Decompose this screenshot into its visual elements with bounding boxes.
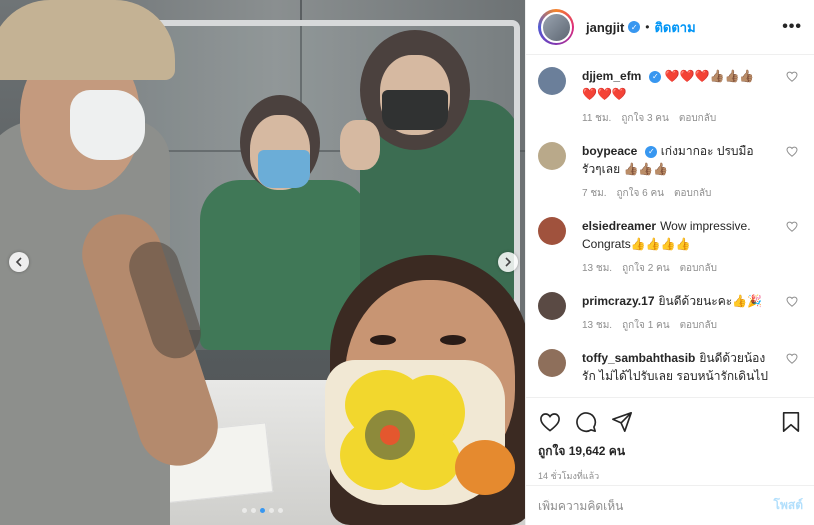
comment-text: toffy_sambahthasib ยินดีด้วยน้องรัก ไม่ได… xyxy=(582,349,772,385)
verified-badge-icon: ✓ xyxy=(645,145,658,158)
comment-like-button[interactable] xyxy=(786,146,798,160)
comment-text: boypeace ✓ เก่งมากอะ ปรบมือรัวๆเลย 👍🏽👍🏽👍🏽 xyxy=(582,142,772,178)
comment-meta: 7 ชม. ถูกใจ 6 คน ตอบกลับ xyxy=(582,186,772,201)
comment-meta: 11 ชม. ถูกใจ 3 คน ตอบกลับ xyxy=(582,111,772,126)
header-separator: • xyxy=(645,20,650,34)
chevron-left-icon xyxy=(15,257,22,267)
follow-button[interactable]: ติดตาม xyxy=(654,17,695,38)
commenter-avatar[interactable] xyxy=(538,349,566,377)
reply-button[interactable]: ตอบกลับ xyxy=(679,111,716,126)
comment-likes[interactable]: ถูกใจ 3 คน xyxy=(621,111,669,126)
reply-button[interactable]: ตอบกลับ xyxy=(680,318,717,333)
comment-content: ยินดีด้วยนะคะ👍🎉 xyxy=(658,294,763,308)
paper-plane-icon xyxy=(612,412,632,432)
commenter-username[interactable]: primcrazy.17 xyxy=(582,294,655,308)
carousel-next-button[interactable] xyxy=(498,252,518,272)
more-options-icon[interactable]: ••• xyxy=(782,18,802,36)
comment-likes[interactable]: ถูกใจ 6 คน xyxy=(617,186,665,201)
heart-icon xyxy=(786,353,798,364)
comment-text: primcrazy.17 ยินดีด้วยนะคะ👍🎉 xyxy=(582,292,772,310)
woman-eye-left xyxy=(370,335,396,345)
reply-button[interactable]: ตอบกลับ xyxy=(680,261,717,276)
like-button[interactable] xyxy=(538,410,562,434)
man-cap xyxy=(0,0,175,80)
carousel-dot xyxy=(242,508,247,513)
comment-input[interactable] xyxy=(538,498,774,513)
like-count[interactable]: ถูกใจ 19,642 คน xyxy=(538,442,803,461)
carousel-dot xyxy=(269,508,274,513)
commenter-username[interactable]: djjem_efm xyxy=(582,69,641,83)
carousel-dot xyxy=(260,508,265,513)
post-side-panel: jangjit ✓ • ติดตาม ••• djjem_efm ✓ ❤️❤️❤️… xyxy=(525,0,814,525)
verified-badge-icon: ✓ xyxy=(628,21,641,33)
heart-icon xyxy=(786,71,798,82)
author-avatar[interactable] xyxy=(538,9,574,45)
comment-text: djjem_efm ✓ ❤️❤️❤️👍🏽👍🏽👍🏽 ❤️❤️❤️ xyxy=(582,67,772,103)
post-photo[interactable] xyxy=(0,0,525,525)
commenter-username[interactable]: boypeace xyxy=(582,144,637,158)
comment-time[interactable]: 7 ชม. xyxy=(582,186,607,201)
chevron-right-icon xyxy=(505,257,512,267)
flower-orange xyxy=(455,440,515,495)
commenter-username[interactable]: elsiedreamer xyxy=(582,219,656,233)
comment-bubble-icon xyxy=(576,412,597,433)
commenter-avatar[interactable] xyxy=(538,142,566,170)
heart-icon xyxy=(786,146,798,157)
commenter-avatar[interactable] xyxy=(538,67,566,95)
post-comment-button[interactable]: โพสต์ xyxy=(774,496,803,515)
post-header: jangjit ✓ • ติดตาม ••• xyxy=(526,0,814,55)
comment-item: djjem_efm ✓ ❤️❤️❤️👍🏽👍🏽👍🏽 ❤️❤️❤️ 11 ชม. ถู… xyxy=(538,67,798,126)
post-timestamp[interactable]: 14 ชั่วโมงที่แล้ว xyxy=(538,469,803,483)
carousel-dot xyxy=(278,508,283,513)
woman-eye-right xyxy=(440,335,466,345)
comment-like-button[interactable] xyxy=(786,353,798,367)
carousel-prev-button[interactable] xyxy=(9,252,29,272)
heart-icon xyxy=(786,221,798,232)
comment-like-button[interactable] xyxy=(786,296,798,310)
comment-likes[interactable]: ถูกใจ 1 คน xyxy=(622,318,670,333)
heart-icon xyxy=(540,413,560,432)
comment-meta: 13 ชม. ถูกใจ 2 คน ตอบกลับ xyxy=(582,261,772,276)
share-button[interactable] xyxy=(610,410,634,434)
commenter-avatar[interactable] xyxy=(538,292,566,320)
commenter-avatar[interactable] xyxy=(538,217,566,245)
comment-meta: 13 ชม. ถูกใจ 1 คน ตอบกลับ xyxy=(582,318,772,333)
man-mask xyxy=(70,90,145,160)
comment-item: toffy_sambahthasib ยินดีด้วยน้องรัก ไม่ได… xyxy=(538,349,798,385)
heart-icon xyxy=(786,296,798,307)
comments-list[interactable]: djjem_efm ✓ ❤️❤️❤️👍🏽👍🏽👍🏽 ❤️❤️❤️ 11 ชม. ถู… xyxy=(526,55,814,395)
save-button[interactable] xyxy=(779,410,803,434)
bookmark-icon xyxy=(782,412,800,432)
comment-composer: โพสต์ xyxy=(526,485,814,525)
post-actions: ถูกใจ 19,642 คน 14 ชั่วโมงที่แล้ว xyxy=(526,397,814,483)
comment-text: elsiedreamer Wow impressive. Congrats👍👍👍👍 xyxy=(582,217,772,253)
comment-item: boypeace ✓ เก่งมากอะ ปรบมือรัวๆเลย 👍🏽👍🏽👍🏽… xyxy=(538,142,798,201)
comment-time[interactable]: 13 ชม. xyxy=(582,261,612,276)
comment-time[interactable]: 13 ชม. xyxy=(582,318,612,333)
reply-button[interactable]: ตอบกลับ xyxy=(674,186,711,201)
carousel-indicator xyxy=(0,508,525,513)
flower-dot xyxy=(380,425,400,445)
comment-like-button[interactable] xyxy=(786,221,798,235)
comment-item: primcrazy.17 ยินดีด้วยนะคะ👍🎉 13 ชม. ถูกใจ… xyxy=(538,292,798,333)
commenter-username[interactable]: toffy_sambahthasib xyxy=(582,351,695,365)
carousel-dot xyxy=(251,508,256,513)
comment-like-button[interactable] xyxy=(786,71,798,85)
comment-button[interactable] xyxy=(574,410,598,434)
comment-likes[interactable]: ถูกใจ 2 คน xyxy=(622,261,670,276)
comment-time[interactable]: 11 ชม. xyxy=(582,111,611,126)
author-username[interactable]: jangjit xyxy=(586,20,624,35)
comment-item: elsiedreamer Wow impressive. Congrats👍👍👍👍… xyxy=(538,217,798,276)
verified-badge-icon: ✓ xyxy=(649,70,662,83)
